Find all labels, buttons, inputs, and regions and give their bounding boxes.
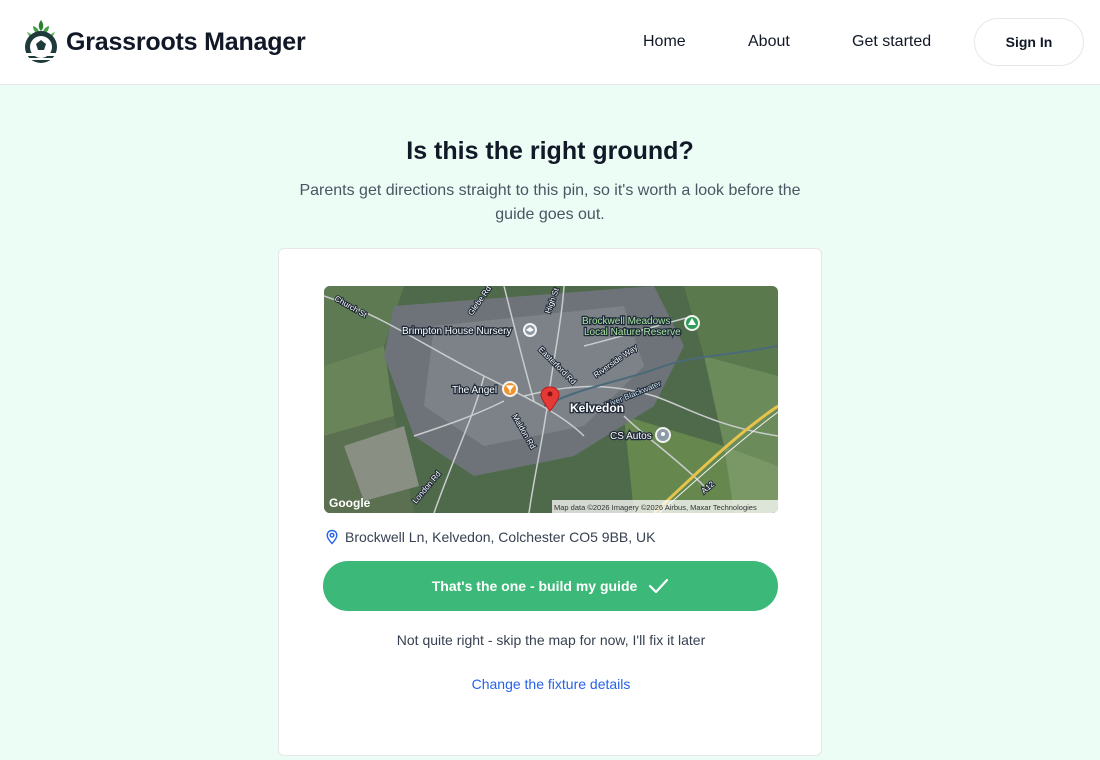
map-view[interactable]: Church St Glebe Rd High St Easterford Rd…	[324, 286, 778, 513]
page-title: Is this the right ground?	[406, 137, 694, 165]
pub-marker-icon[interactable]	[502, 381, 518, 397]
grassroots-logo-icon[interactable]	[21, 18, 61, 66]
map-label-town: Kelvedon	[570, 401, 624, 415]
confirm-build-guide-button[interactable]: That's the one - build my guide	[323, 561, 778, 611]
ground-address: Brockwell Ln, Kelvedon, Colchester CO5 9…	[324, 527, 655, 547]
park-marker-icon[interactable]	[684, 315, 700, 331]
satellite-map[interactable]: Church St Glebe Rd High St Easterford Rd…	[324, 286, 778, 513]
map-label-reserve-line2: Local Nature Reserve	[584, 327, 681, 338]
sign-in-button[interactable]: Sign In	[974, 18, 1084, 66]
site-header: Grassroots Manager Home About Get starte…	[0, 0, 1100, 85]
map-attribution[interactable]: Map data ©2026 Imagery ©2026 Airbus, Max…	[554, 503, 757, 512]
google-logo[interactable]: Google	[329, 496, 371, 510]
nav-home-link[interactable]: Home	[643, 33, 686, 51]
address-text: Brockwell Ln, Kelvedon, Colchester CO5 9…	[345, 529, 656, 545]
skip-map-link[interactable]: Not quite right - skip the map for now, …	[279, 632, 823, 648]
map-pin-icon	[326, 529, 338, 545]
confirm-button-label: That's the one - build my guide	[431, 578, 638, 594]
school-marker-icon[interactable]	[523, 323, 537, 337]
nav-get-started-link[interactable]: Get started	[852, 33, 931, 51]
map-label-nursery: Brimpton House Nursery	[402, 326, 511, 337]
place-marker-icon[interactable]	[655, 427, 671, 443]
map-label-garage: CS Autos	[610, 431, 652, 442]
nav-about-link[interactable]: About	[748, 33, 790, 51]
check-icon	[649, 578, 669, 594]
page-subtitle: Parents get directions straight to this …	[299, 182, 801, 223]
ground-confirm-card: Church St Glebe Rd High St Easterford Rd…	[278, 248, 822, 756]
brand-name[interactable]: Grassroots Manager	[66, 28, 306, 57]
change-fixture-details-link[interactable]: Change the fixture details	[279, 676, 823, 692]
map-label-reserve-line1: Brockwell Meadows	[582, 316, 670, 327]
map-label-pub: The Angel	[452, 385, 497, 396]
